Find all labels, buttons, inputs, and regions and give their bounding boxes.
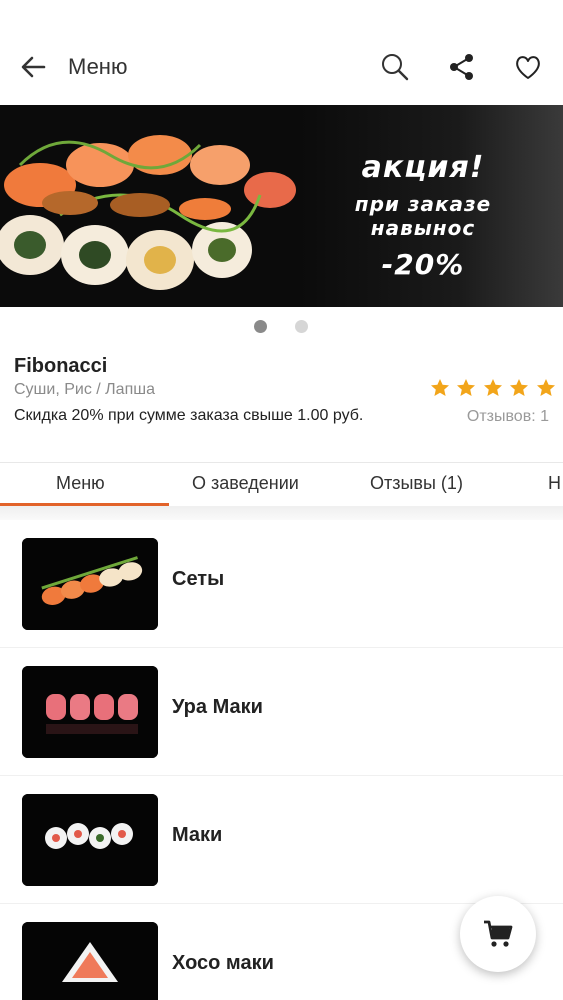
star-icon — [483, 378, 503, 398]
rating-stars — [430, 378, 558, 400]
page-title: Меню — [68, 54, 128, 79]
search-icon[interactable] — [380, 52, 410, 82]
star-icon — [536, 378, 556, 398]
restaurant-info: Fibonacci Суши, Рис / Лапша Скидка 20% п… — [0, 352, 563, 462]
star-icon — [430, 378, 450, 398]
tab-more[interactable]: Н — [548, 473, 561, 494]
category-image — [22, 666, 158, 758]
promo-banner[interactable]: акция! при заказе навынос -20% — [0, 105, 563, 307]
promo-line-2: при заказе — [354, 192, 492, 216]
category-image — [22, 794, 158, 886]
promo-line-4: -20% — [381, 248, 465, 281]
star-icon — [509, 378, 529, 398]
carousel-dot-active[interactable] — [254, 320, 267, 333]
restaurant-cuisine: Суши, Рис / Лапша — [14, 381, 155, 398]
promo-line-1: акция! — [361, 150, 485, 185]
carousel-indicator — [0, 320, 563, 334]
sushi-rolls-image — [0, 105, 320, 307]
category-label: Маки — [172, 824, 223, 846]
reviews-count[interactable]: Отзывов: 1 — [467, 408, 549, 426]
list-item[interactable]: Маки — [0, 776, 563, 904]
restaurant-name: Fibonacci — [14, 355, 108, 377]
category-label: Хосо маки — [172, 952, 274, 974]
category-image — [22, 538, 158, 630]
heart-icon[interactable] — [513, 52, 543, 82]
star-icon — [456, 378, 476, 398]
share-icon[interactable] — [447, 52, 477, 82]
back-arrow-icon[interactable] — [18, 52, 48, 82]
tab-menu[interactable]: Меню — [56, 473, 105, 494]
cart-button[interactable] — [460, 896, 536, 972]
list-item[interactable]: Сеты — [0, 520, 563, 648]
app-bar: Меню — [0, 0, 563, 105]
category-label: Ура Маки — [172, 696, 263, 718]
category-label: Сеты — [172, 568, 225, 590]
cart-icon — [484, 920, 513, 947]
carousel-dot[interactable] — [295, 320, 308, 333]
promo-text: акция! при заказе навынос -20% — [318, 150, 528, 282]
tab-reviews[interactable]: Отзывы (1) — [370, 473, 463, 494]
tab-bar: Меню О заведении Отзывы (1) Н — [0, 462, 563, 506]
list-item[interactable]: Ура Маки — [0, 648, 563, 776]
promo-line-3: навынос — [370, 216, 476, 240]
category-image — [22, 922, 158, 1000]
discount-text: Скидка 20% при сумме заказа свыше 1.00 р… — [14, 407, 364, 424]
tab-about[interactable]: О заведении — [192, 473, 299, 494]
